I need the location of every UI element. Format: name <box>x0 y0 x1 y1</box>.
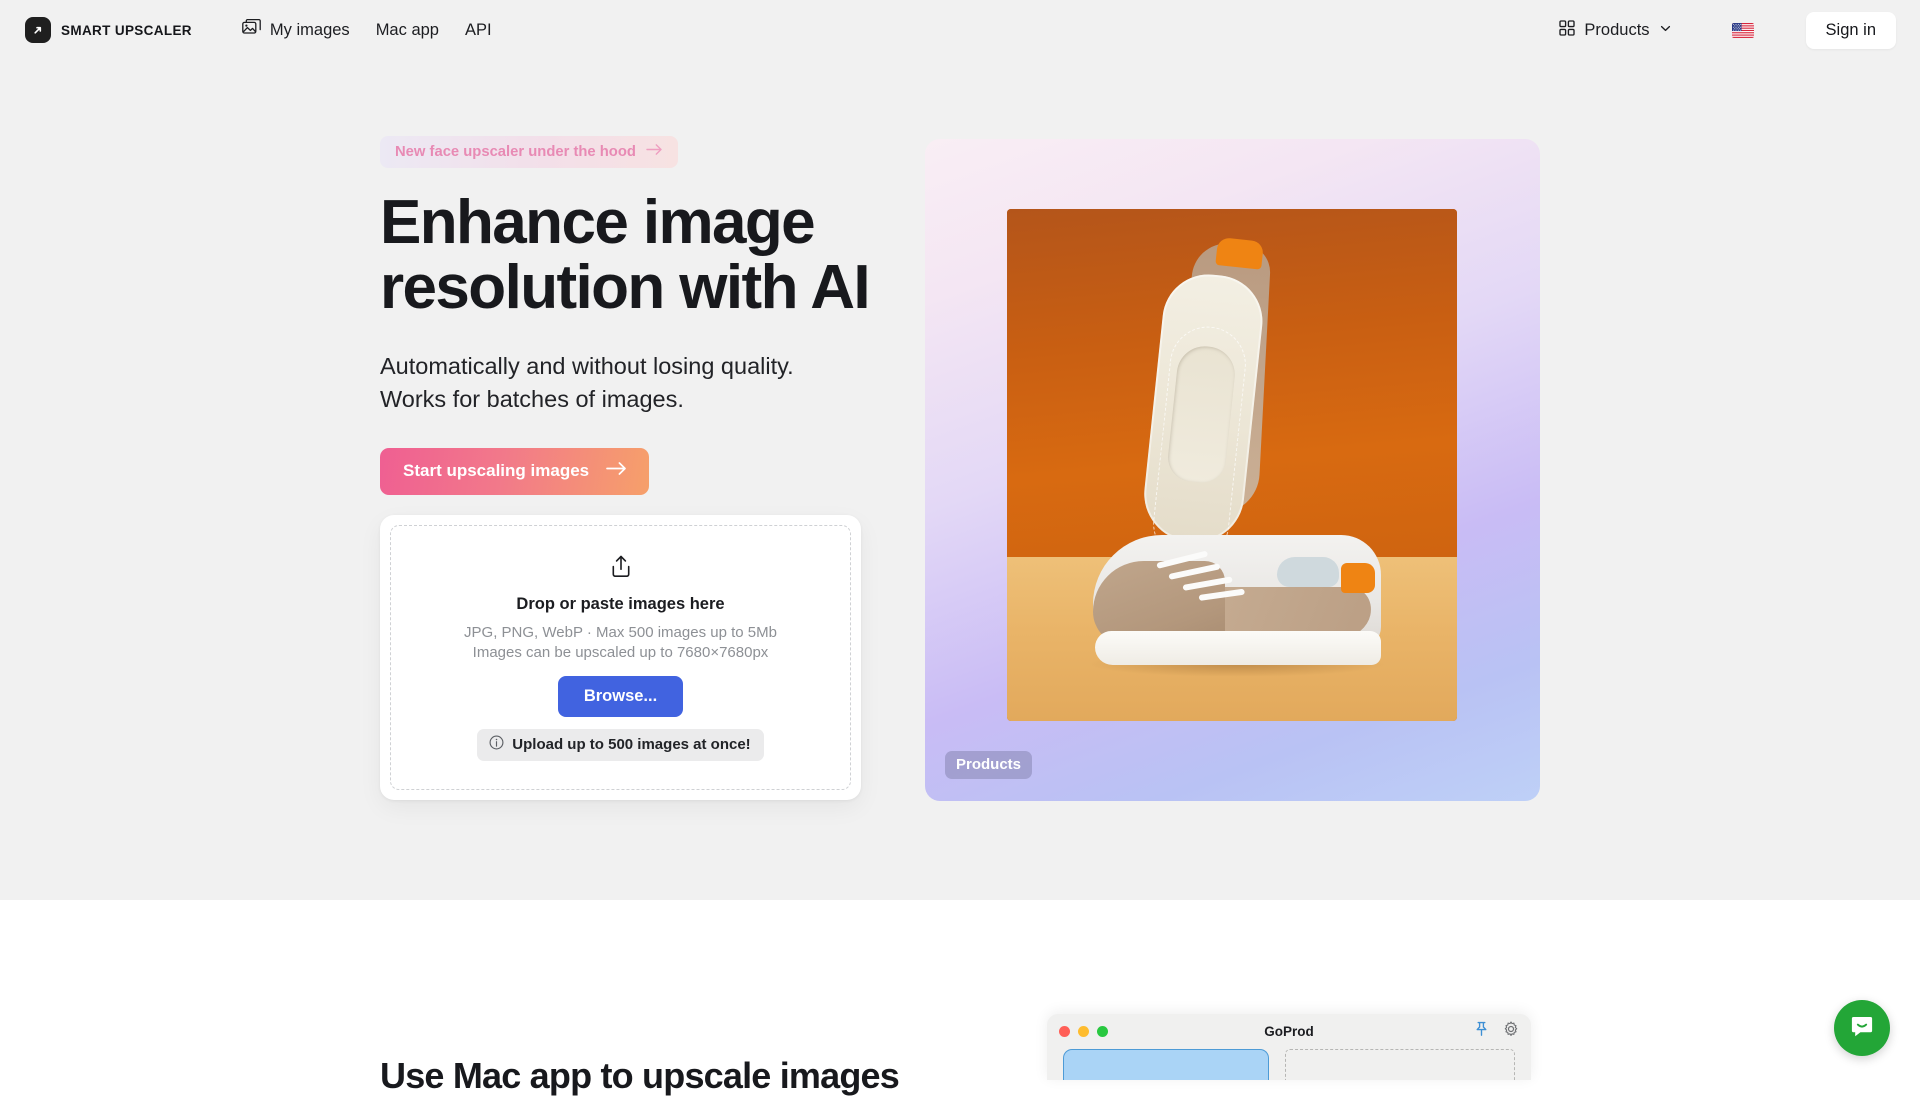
dropzone-meta-line-1: JPG, PNG, WebP · Max 500 images up to 5M… <box>464 624 777 641</box>
showcase-photo <box>1007 209 1457 721</box>
dropzone-title: Drop or paste images here <box>516 595 724 614</box>
expand-arrow-icon <box>25 17 51 43</box>
mac-window-actions <box>1474 1021 1519 1042</box>
nav-item-my-images[interactable]: My images <box>242 19 350 41</box>
nav-item-api[interactable]: API <box>465 21 492 40</box>
pin-icon[interactable] <box>1474 1021 1489 1042</box>
mac-dropzone-panel[interactable] <box>1285 1049 1515 1080</box>
nav-item-mac-app-label: Mac app <box>376 21 439 40</box>
announcement-badge-label: New face upscaler under the hood <box>395 144 636 160</box>
page-title: Enhance image resolution with AI <box>380 190 940 320</box>
page-title-line-2: resolution with AI <box>380 253 869 322</box>
page-subtitle-line-2: Works for batches of images. <box>380 386 684 412</box>
mac-app-window-mock: GoProd <box>1047 1014 1531 1080</box>
mac-app-section: Use Mac app to upscale images <box>0 900 1920 1080</box>
brand-logo[interactable]: SMART UPSCALER <box>25 17 192 43</box>
sneaker-front-collar <box>1277 557 1339 587</box>
browse-button[interactable]: Browse... <box>558 676 683 717</box>
upload-dropzone-inner[interactable]: Drop or paste images here JPG, PNG, WebP… <box>390 525 851 790</box>
start-upscaling-button-label: Start upscaling images <box>403 461 589 481</box>
navbar-right: Products <box>1559 12 1896 49</box>
mac-selected-panel[interactable] <box>1063 1049 1269 1080</box>
us-flag-icon[interactable] <box>1732 23 1754 38</box>
navbar: SMART UPSCALER My images Mac app API <box>0 0 1920 60</box>
chevron-down-icon <box>1659 21 1672 40</box>
chat-launcher-button[interactable] <box>1834 1000 1890 1056</box>
mac-window-title: GoProd <box>1047 1024 1531 1039</box>
gear-icon[interactable] <box>1503 1021 1519 1042</box>
arrow-right-icon <box>606 461 627 481</box>
minimize-button[interactable] <box>1078 1026 1089 1037</box>
nav-item-mac-app[interactable]: Mac app <box>376 21 439 40</box>
start-upscaling-button[interactable]: Start upscaling images <box>380 448 649 495</box>
sneaker-front-outsole <box>1095 631 1381 665</box>
close-button[interactable] <box>1059 1026 1070 1037</box>
maximize-button[interactable] <box>1097 1026 1108 1037</box>
upload-dropzone-card[interactable]: Drop or paste images here JPG, PNG, WebP… <box>380 515 861 800</box>
products-dropdown[interactable]: Products <box>1559 20 1671 41</box>
page-subtitle: Automatically and without losing quality… <box>380 350 940 415</box>
hero-left-column: New face upscaler under the hood Enhance… <box>380 136 940 495</box>
sneaker-front <box>1093 515 1381 665</box>
products-dropdown-label: Products <box>1584 21 1649 40</box>
showcase-image-card: Products <box>925 139 1540 801</box>
nav-links: My images Mac app API <box>242 19 492 41</box>
showcase-category-tag: Products <box>945 751 1032 779</box>
upload-share-icon <box>609 554 633 584</box>
grid-icon <box>1559 20 1575 41</box>
dropzone-meta: JPG, PNG, WebP · Max 500 images up to 5M… <box>464 623 777 664</box>
chat-bubble-smile-icon <box>1848 1012 1876 1045</box>
sneaker-heel-tab-orange <box>1215 237 1264 270</box>
mac-window-titlebar: GoProd <box>1047 1014 1531 1049</box>
brand-name: SMART UPSCALER <box>61 23 192 38</box>
mac-traffic-lights <box>1059 1026 1108 1037</box>
nav-item-api-label: API <box>465 21 492 40</box>
images-stack-icon <box>242 19 261 41</box>
dropzone-meta-line-2: Images can be upscaled up to 7680×7680px <box>473 644 769 661</box>
upload-limit-note-label: Upload up to 500 images at once! <box>512 736 750 753</box>
signin-button[interactable]: Sign in <box>1806 12 1896 49</box>
arrow-right-icon <box>646 143 663 160</box>
sneaker-front-heel-tab <box>1341 563 1375 593</box>
mac-app-section-title: Use Mac app to upscale images <box>380 1055 899 1097</box>
announcement-badge[interactable]: New face upscaler under the hood <box>380 136 678 168</box>
upload-limit-note: Upload up to 500 images at once! <box>477 729 763 761</box>
page-title-line-1: Enhance image <box>380 188 814 257</box>
page-subtitle-line-1: Automatically and without losing quality… <box>380 353 794 379</box>
nav-item-my-images-label: My images <box>270 21 350 40</box>
info-icon <box>489 735 504 754</box>
sneaker-front-laces <box>1157 561 1275 603</box>
mac-window-body <box>1047 1049 1531 1080</box>
